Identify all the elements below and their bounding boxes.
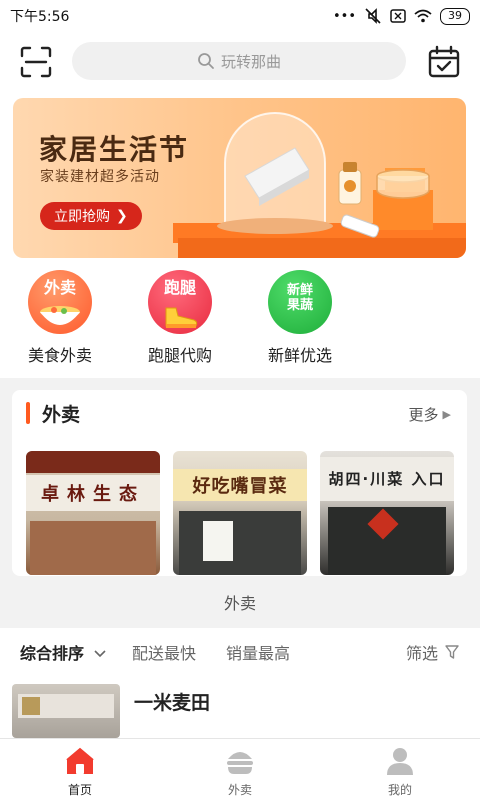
quick-label-errand: 跑腿代购 xyxy=(147,346,212,365)
status-bar: 下午5:56 ••• 39 xyxy=(0,0,480,32)
store-name: 一米麦田 xyxy=(134,692,211,714)
shop-sign-3: 胡四·川菜 入口 xyxy=(320,457,454,501)
top-bar: 玩转那曲 xyxy=(0,38,480,86)
sort-comprehensive[interactable]: 综合排序 xyxy=(20,640,107,664)
filter-icon xyxy=(445,645,459,659)
buy-now-label: 立即抢购 xyxy=(54,209,110,225)
nav-takeout-label: 外卖 xyxy=(227,783,252,797)
store-thumbnail xyxy=(12,684,120,738)
status-time: 下午5:56 xyxy=(10,9,70,25)
quick-entry-fresh[interactable]: 新鲜果蔬 新鲜优选 xyxy=(250,266,350,376)
quick-entry-errand[interactable]: 跑腿 跑腿代购 xyxy=(130,266,230,376)
search-input[interactable]: 玩转那曲 xyxy=(72,42,406,80)
nav-takeout[interactable]: 外卖 xyxy=(200,745,280,798)
home-icon xyxy=(66,747,94,774)
buy-now-button[interactable]: 立即抢购 ❯ xyxy=(40,202,142,230)
sim-icon xyxy=(390,9,406,23)
store-logo-icon xyxy=(22,697,40,715)
search-placeholder: 玩转那曲 xyxy=(220,52,281,71)
more-link[interactable]: 更多 ▶ xyxy=(409,404,451,425)
bottom-nav: 首页 外卖 我的 xyxy=(0,738,480,800)
quick-badge-fresh: 新鲜果蔬 xyxy=(286,283,313,313)
banner-subtitle: 家装建材超多活动 xyxy=(40,169,160,185)
nav-home-label: 首页 xyxy=(67,783,92,797)
filter-button[interactable]: 筛选 xyxy=(406,640,460,664)
shop-sign-2: 好吃嘴冒菜 xyxy=(173,469,307,501)
shop-photo-3[interactable]: 胡四·川菜 入口 xyxy=(320,451,454,575)
search-icon xyxy=(198,53,214,69)
more-label: 更多 xyxy=(408,406,439,424)
promo-banner[interactable]: 家居生活节 家装建材超多活动 立即抢购 ❯ xyxy=(13,98,466,258)
filter-label: 筛选 xyxy=(405,644,438,663)
banner-title: 家居生活节 xyxy=(39,133,190,166)
nav-mine[interactable]: 我的 xyxy=(360,745,440,798)
nav-home[interactable]: 首页 xyxy=(40,745,120,798)
more-dots-icon: ••• xyxy=(332,8,356,24)
takeout-card-header: 外卖 更多 ▶ xyxy=(12,390,467,436)
quick-entry-food[interactable]: 外卖 美食外卖 xyxy=(10,266,110,376)
errand-shoe-icon: 跑腿 xyxy=(148,270,212,334)
scan-icon[interactable] xyxy=(18,44,54,80)
shop-photo-2[interactable]: 好吃嘴冒菜 xyxy=(173,451,307,575)
takeout-card: 外卖 更多 ▶ 卓林生态 好吃嘴冒菜 胡四·川菜 入口 xyxy=(12,390,467,576)
nav-mine-label: 我的 xyxy=(387,783,412,797)
wifi-icon xyxy=(414,9,432,23)
quick-label-fresh: 新鲜优选 xyxy=(267,346,332,365)
triangle-right-icon: ▶ xyxy=(442,408,451,421)
quick-entry-row: 外卖 美食外卖 跑腿 跑腿代购 新鲜果蔬 新鲜优选 xyxy=(0,266,480,376)
shop-sign-tibetan xyxy=(26,451,160,473)
store-list-item[interactable]: 一米麦田 xyxy=(0,676,480,738)
mute-icon xyxy=(365,8,381,24)
battery-indicator: 39 xyxy=(440,7,470,25)
quick-label-food: 美食外卖 xyxy=(27,346,92,365)
quick-badge-food: 外卖 xyxy=(43,278,76,297)
shop-photo-1[interactable]: 卓林生态 xyxy=(26,451,160,575)
quick-badge-errand: 跑腿 xyxy=(163,278,196,297)
shop-sign-1: 卓林生态 xyxy=(26,475,160,511)
takeout-card-title: 外卖 xyxy=(42,404,81,426)
takeout-bowl-icon: 外卖 xyxy=(28,270,92,334)
calendar-check-icon[interactable] xyxy=(426,44,462,80)
user-icon xyxy=(387,748,413,775)
sort-label-comprehensive: 综合排序 xyxy=(20,644,85,663)
chevron-right-icon: ❯ xyxy=(116,208,128,224)
shop-door-1 xyxy=(30,521,156,575)
sort-bar: 综合排序 配送最快 销量最高 筛选 xyxy=(0,630,480,674)
section-footer: 外卖 xyxy=(223,594,256,613)
status-icons: ••• 39 xyxy=(332,7,470,25)
sort-fastest[interactable]: 配送最快 xyxy=(132,640,196,664)
accent-bar xyxy=(26,402,30,424)
burger-icon xyxy=(227,752,253,774)
chevron-down-icon xyxy=(94,650,106,658)
shop-door-2 xyxy=(179,511,301,575)
takeout-section: 外卖 更多 ▶ 卓林生态 好吃嘴冒菜 胡四·川菜 入口 外卖 xyxy=(0,378,480,628)
shop-poster-2 xyxy=(203,521,233,561)
fresh-produce-icon: 新鲜果蔬 xyxy=(268,270,332,334)
sort-best-selling[interactable]: 销量最高 xyxy=(226,640,290,664)
